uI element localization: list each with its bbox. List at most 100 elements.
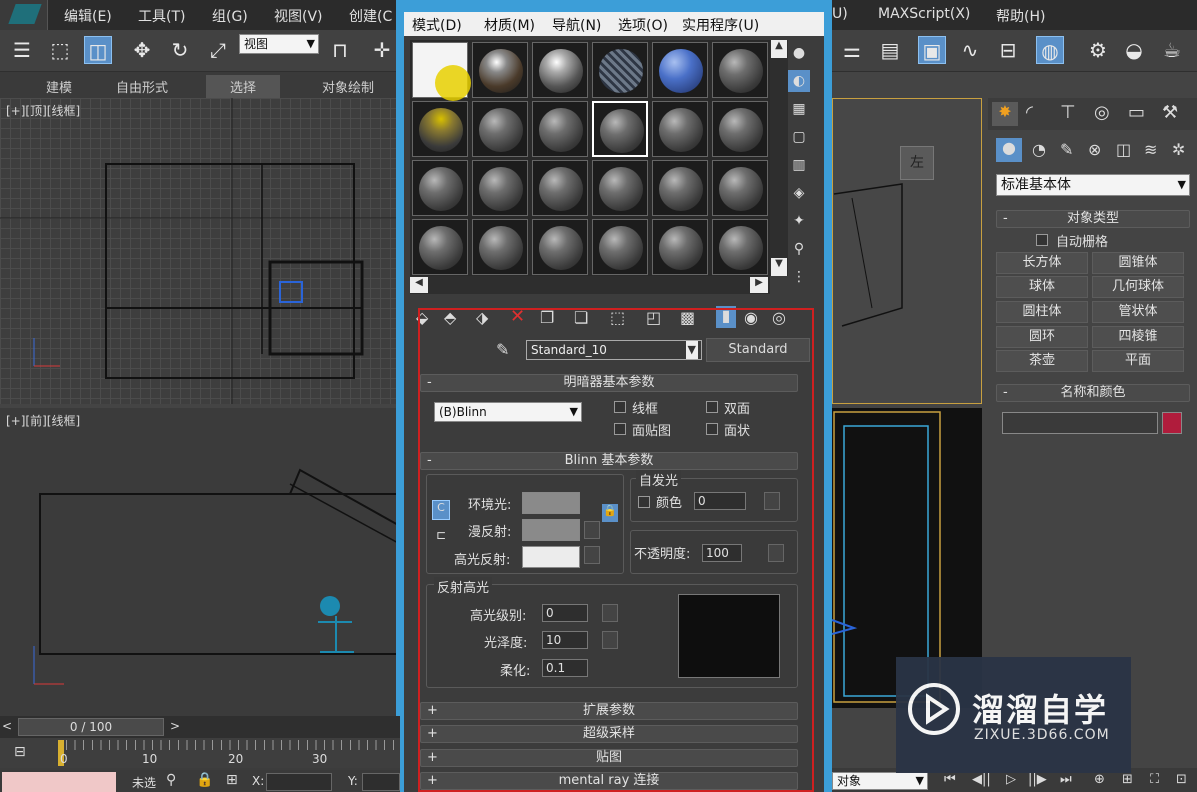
two-sided-checkbox[interactable] <box>706 401 718 413</box>
pyramid-button[interactable]: 四棱锥 <box>1092 326 1184 348</box>
tab-freeform[interactable]: 自由形式 <box>116 77 168 96</box>
sample-slot[interactable] <box>412 101 468 157</box>
menu-navigation[interactable]: 导航(N) <box>552 15 601 35</box>
sample-slot[interactable] <box>472 219 528 275</box>
sample-slot[interactable] <box>712 219 768 275</box>
shader-type-dropdown[interactable]: (B)Blinn ▼ <box>434 402 582 422</box>
track-bar[interactable]: ⊟ 0 10 20 30 <box>0 738 400 768</box>
key-mode-icon[interactable]: ⊕ <box>1094 772 1105 787</box>
align-icon[interactable]: ⚌ <box>838 36 866 64</box>
transform-mode-icon[interactable]: ⊞ <box>226 772 238 788</box>
lock-ambient-diffuse-icon[interactable]: C <box>432 500 450 520</box>
scroll-right-icon[interactable]: ▶ <box>750 277 768 293</box>
rect-select-icon[interactable]: ⬚ <box>46 36 74 64</box>
select-by-material-icon[interactable]: ⚲ <box>788 238 810 260</box>
zoom-extents-icon[interactable]: ⛶ <box>1150 772 1159 787</box>
glossiness-spinner[interactable]: 10 <box>542 631 588 649</box>
assign-material-icon[interactable]: ⬗ <box>476 308 488 327</box>
viewport-left[interactable]: 左 <box>832 98 982 404</box>
sample-slot[interactable] <box>472 42 528 98</box>
teapot-button[interactable]: 茶壶 <box>996 350 1088 372</box>
window-crossing-icon[interactable]: ◫ <box>84 36 112 64</box>
prev-key-icon[interactable]: ◀|| <box>972 772 991 787</box>
mental-ray-header[interactable]: + mental ray 连接 <box>420 772 798 790</box>
tab-object-paint[interactable]: 对象绘制 <box>322 77 374 96</box>
spacewarps-icon[interactable]: ≋ <box>1144 140 1157 159</box>
background-icon[interactable]: ▦ <box>788 98 810 120</box>
schematic-icon[interactable]: ⊟ <box>994 36 1022 64</box>
geometry-icon[interactable]: ● <box>996 138 1022 162</box>
slots-vertical-scrollbar[interactable]: ▲ ▼ <box>770 40 788 276</box>
box-button[interactable]: 长方体 <box>996 252 1088 274</box>
isolate-icon[interactable]: ⚲ <box>166 772 176 788</box>
scene-explorer-icon[interactable]: ▣ <box>918 36 946 64</box>
menu-modes[interactable]: 模式(D) <box>412 15 462 35</box>
make-unique-icon[interactable]: ❏ <box>574 308 588 327</box>
sample-slot[interactable] <box>712 42 768 98</box>
cone-button[interactable]: 圆锥体 <box>1092 252 1184 274</box>
next-frame-icon[interactable]: > <box>170 719 180 733</box>
viewport-top[interactable]: [+][顶][线框] <box>0 98 400 404</box>
menu-tools[interactable]: 工具(T) <box>138 6 185 26</box>
frame-counter[interactable]: 0 / 100 <box>18 718 164 736</box>
viewport-front[interactable]: [+][前][线框] <box>0 408 400 716</box>
go-start-icon[interactable]: ⏮ <box>944 772 956 787</box>
geosphere-button[interactable]: 几何球体 <box>1092 276 1184 298</box>
app-logo-icon[interactable] <box>0 0 48 30</box>
maxscript-listener[interactable] <box>2 772 116 792</box>
lock-specular-icon[interactable]: ⊏ <box>432 528 450 548</box>
sample-slot[interactable] <box>712 101 768 157</box>
sample-slot[interactable] <box>412 160 468 216</box>
show-end-result-icon[interactable]: ▮ <box>716 306 736 328</box>
render-teapot-icon[interactable]: ☕ <box>1158 36 1186 64</box>
object-type-header[interactable]: - 对象类型 <box>996 210 1190 228</box>
sphere-button[interactable]: 球体 <box>996 276 1088 298</box>
cameras-icon[interactable]: ⊗ <box>1088 140 1101 159</box>
diffuse-swatch[interactable] <box>522 519 580 541</box>
shapes-icon[interactable]: ◔ <box>1032 140 1046 159</box>
display-tab-icon[interactable]: ▭ <box>1128 102 1145 123</box>
material-name-field[interactable]: Standard_10 ▼ <box>526 340 702 360</box>
lights-icon[interactable]: ✎ <box>1060 140 1073 159</box>
specular-map-button[interactable] <box>584 546 600 564</box>
extended-params-header[interactable]: + 扩展参数 <box>420 702 798 720</box>
move-icon[interactable]: ✥ <box>128 36 156 64</box>
sample-slot[interactable] <box>472 160 528 216</box>
maps-header[interactable]: + 贴图 <box>420 749 798 767</box>
faceted-checkbox[interactable] <box>706 423 718 435</box>
viewcube[interactable]: 左 <box>900 146 934 180</box>
menu-partial[interactable]: U) <box>832 6 848 22</box>
layers-icon[interactable]: ▤ <box>876 36 904 64</box>
menu-edit[interactable]: 编辑(E) <box>64 6 112 26</box>
sample-slot[interactable] <box>652 101 708 157</box>
tube-button[interactable]: 管状体 <box>1092 301 1184 323</box>
viewport-label-top[interactable]: [+][顶][线框] <box>6 102 80 119</box>
rotate-icon[interactable]: ↻ <box>166 36 194 64</box>
glossiness-map-button[interactable] <box>602 631 618 649</box>
selection-filter-dropdown[interactable]: 对象 ▼ <box>832 772 928 790</box>
slots-horizontal-scrollbar[interactable]: ◀ ▶ <box>410 276 770 294</box>
menu-create[interactable]: 创建(C <box>349 6 392 26</box>
scale-icon[interactable]: ⤢ <box>204 36 232 64</box>
sample-type-icon[interactable]: ● <box>788 42 810 64</box>
material-editor-icon[interactable]: ◍ <box>1036 36 1064 64</box>
object-color-swatch[interactable] <box>1162 412 1182 434</box>
pan-icon[interactable]: ⊡ <box>1176 772 1187 787</box>
utilities-tab-icon[interactable]: ⚒ <box>1162 102 1178 123</box>
sample-slot[interactable] <box>532 160 588 216</box>
tab-modeling[interactable]: 建模 <box>46 77 72 96</box>
sample-slot[interactable] <box>412 219 468 275</box>
go-sibling-icon[interactable]: ◎ <box>772 308 786 327</box>
time-slider[interactable]: < 0 / 100 > <box>0 716 400 738</box>
scroll-up-icon[interactable]: ▲ <box>771 40 787 58</box>
hierarchy-tab-icon[interactable]: ⊤ <box>1060 102 1076 123</box>
material-id-icon[interactable]: ◰ <box>646 308 661 327</box>
cylinder-button[interactable]: 圆柱体 <box>996 301 1088 323</box>
sample-slot[interactable] <box>652 219 708 275</box>
reference-coord-dropdown[interactable]: 视图 ▼ <box>239 34 319 54</box>
self-illum-spinner[interactable]: 0 <box>694 492 746 510</box>
put-to-library-icon[interactable]: ⬚ <box>610 308 625 327</box>
scroll-left-icon[interactable]: ◀ <box>410 277 428 293</box>
select-list-icon[interactable]: ☰ <box>8 36 36 64</box>
lock-icon[interactable]: 🔒 <box>602 504 618 522</box>
